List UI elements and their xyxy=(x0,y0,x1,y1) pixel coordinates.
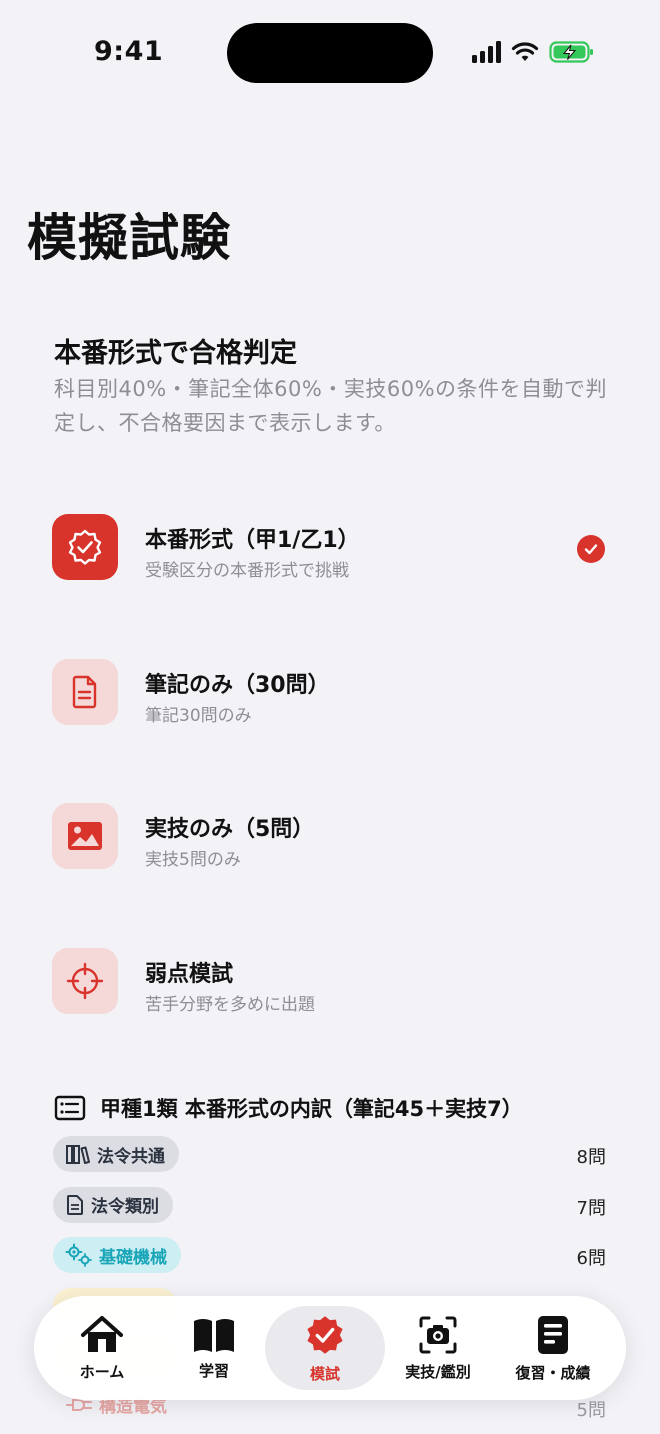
tab-review[interactable]: 復習・成績 xyxy=(508,1296,598,1400)
home-icon xyxy=(81,1315,123,1352)
mode-item-written[interactable]: 筆記のみ（30問） 筆記30問のみ xyxy=(0,645,660,790)
status-time: 9:41 xyxy=(94,36,164,67)
wifi-icon xyxy=(511,42,539,61)
cellular-signal-icon xyxy=(472,41,501,63)
category-chip: 基礎機械 xyxy=(53,1237,181,1273)
mode-label: 筆記のみ（30問） xyxy=(145,672,330,698)
exam-mode-list: 本番形式（甲1/乙1） 受験区分の本番形式で挑戦 筆記のみ（30問） 筆記30問… xyxy=(0,500,660,1078)
badge-check-icon xyxy=(307,1315,343,1354)
library-icon xyxy=(66,1145,90,1164)
image-icon xyxy=(52,803,118,869)
mode-subtitle: 受験区分の本番形式で挑戦 xyxy=(145,561,349,581)
report-icon xyxy=(538,1315,568,1354)
question-count: 6問 xyxy=(576,1248,606,1269)
mode-subtitle: 苦手分野を多めに出題 xyxy=(145,994,315,1015)
status-icons xyxy=(472,40,595,64)
crosshair-icon xyxy=(52,947,118,1014)
breakdown-header: 甲種1類 本番形式の内訳（筆記45＋実技7） xyxy=(54,1093,523,1123)
tab-study[interactable]: 学習 xyxy=(174,1296,254,1400)
tab-mock-exam[interactable]: 模試 xyxy=(285,1296,365,1400)
mode-label: 本番形式（甲1/乙1） xyxy=(145,528,360,553)
mode-label: 弱点模試 xyxy=(145,961,234,987)
status-bar: 9:41 xyxy=(0,0,660,100)
chip-label: 法令類別 xyxy=(91,1197,159,1217)
question-count: 8問 xyxy=(576,1147,606,1168)
intro-description: 科目別40%・筆記全体60%・実技60%の条件を自動で判定し、不合格要因まで表示… xyxy=(54,377,608,435)
tab-label: ホーム xyxy=(79,1362,125,1381)
dynamic-island xyxy=(227,23,433,83)
page-title: 模擬試験 xyxy=(27,209,231,267)
breakdown-row: 法令共通 8問 xyxy=(0,1136,660,1187)
intro-title: 本番形式で合格判定 xyxy=(54,338,297,369)
tab-label: 学習 xyxy=(198,1361,229,1380)
tab-bar: ホーム 学習 模試 実技/鑑別 復習・成績 xyxy=(34,1296,626,1400)
gears-icon xyxy=(65,1243,92,1267)
chip-label: 法令共通 xyxy=(97,1146,165,1167)
book-icon xyxy=(194,1318,234,1352)
tab-practical[interactable]: 実技/鑑別 xyxy=(394,1296,482,1400)
breakdown-row: 基礎機械 6問 xyxy=(0,1237,660,1288)
document-icon xyxy=(52,658,118,725)
tab-label: 実技/鑑別 xyxy=(405,1362,471,1381)
battery-charging-icon xyxy=(549,41,593,63)
list-icon xyxy=(54,1095,86,1121)
mode-item-practical[interactable]: 実技のみ（5問） 実技5問のみ xyxy=(0,789,660,934)
document-icon xyxy=(67,1194,83,1215)
category-chip: 法令共通 xyxy=(53,1136,179,1172)
mode-label: 実技のみ（5問） xyxy=(145,817,315,842)
mode-item-weakness[interactable]: 弱点模試 苦手分野を多めに出題 xyxy=(0,934,660,1079)
question-count: 7問 xyxy=(576,1197,606,1219)
tab-label: 模試 xyxy=(309,1364,340,1383)
mode-subtitle: 実技5問のみ xyxy=(145,850,241,870)
breakdown-title: 甲種1類 本番形式の内訳（筆記45＋実技7） xyxy=(100,1097,523,1121)
tab-home[interactable]: ホーム xyxy=(64,1296,140,1400)
breakdown-row: 法令類別 7問 xyxy=(0,1186,660,1238)
tab-label: 復習・成績 xyxy=(515,1363,591,1382)
selected-check-icon xyxy=(577,535,605,563)
category-chip: 法令類別 xyxy=(53,1186,173,1223)
mode-item-full[interactable]: 本番形式（甲1/乙1） 受験区分の本番形式で挑戦 xyxy=(0,500,660,645)
badge-check-icon xyxy=(52,514,118,580)
camera-scan-icon xyxy=(419,1316,457,1353)
chip-label: 基礎機械 xyxy=(99,1247,167,1268)
mode-subtitle: 筆記30問のみ xyxy=(145,705,252,726)
